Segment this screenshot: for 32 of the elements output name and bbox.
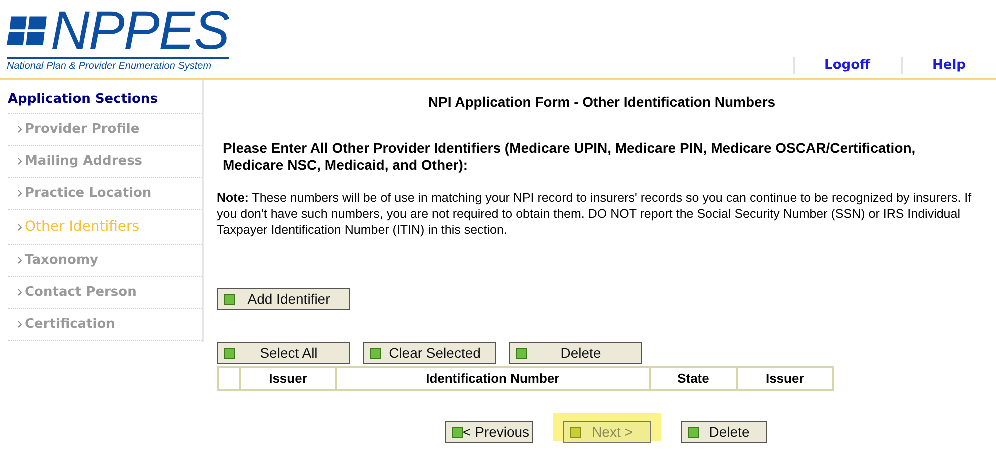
nav-button[interactable]: Delete: [681, 421, 767, 443]
square-icon: [452, 426, 463, 438]
column-header: Identification Number: [336, 367, 650, 390]
square-icon: [688, 426, 699, 438]
instruction-text: Please Enter All Other Provider Identifiers (Medicare UPIN, Medicare PIN, Medicare OSCAR/Certification, Medicare NSC, Medicaid, and Other):: [223, 140, 917, 174]
chevron-icon: [18, 257, 22, 264]
column-header: Issuer: [240, 367, 336, 390]
chevron-icon: [18, 190, 22, 197]
column-header: State: [650, 367, 738, 390]
sidebar-title: Application Sections: [8, 92, 159, 107]
table-action-button[interactable]: Delete: [509, 342, 642, 364]
column-header: Issuer: [737, 367, 833, 390]
page-title: NPI Application Form - Other Identification Numbers: [427, 94, 777, 110]
square-icon: [224, 294, 235, 304]
square-icon: [224, 348, 235, 358]
chevron-icon: [18, 158, 22, 165]
chevron-icon: [18, 289, 22, 296]
square-icon: [570, 426, 581, 438]
chevron-icon: [18, 224, 22, 230]
logo-subtitle: National Plan & Provider Enumeration System: [7, 61, 213, 72]
nav-button[interactable]: < Previous: [445, 421, 533, 443]
chevron-icon: [18, 321, 22, 328]
table-action-button[interactable]: Clear Selected: [363, 342, 496, 364]
header-link[interactable]: Help: [902, 58, 996, 73]
logo-text: NPPES: [50, 6, 229, 56]
note-text: Note: These numbers will be of use in matching your NPI record to insurers' records so you can continue to be recognized by insurers. If you don't have such numbers, you are not required to obtain them. DO NOT report the Social Security Number (SSN) or IRS Individual Taxpayer Identification Number (ITIN) in this section.: [217, 190, 972, 238]
table-action-button[interactable]: Select All: [217, 342, 350, 364]
square-icon: [370, 348, 381, 358]
header-link[interactable]: Logoff: [794, 58, 901, 73]
square-icon: [516, 348, 527, 358]
add-identifier-button[interactable]: Add Identifier: [217, 288, 350, 310]
chevron-icon: [18, 126, 22, 133]
